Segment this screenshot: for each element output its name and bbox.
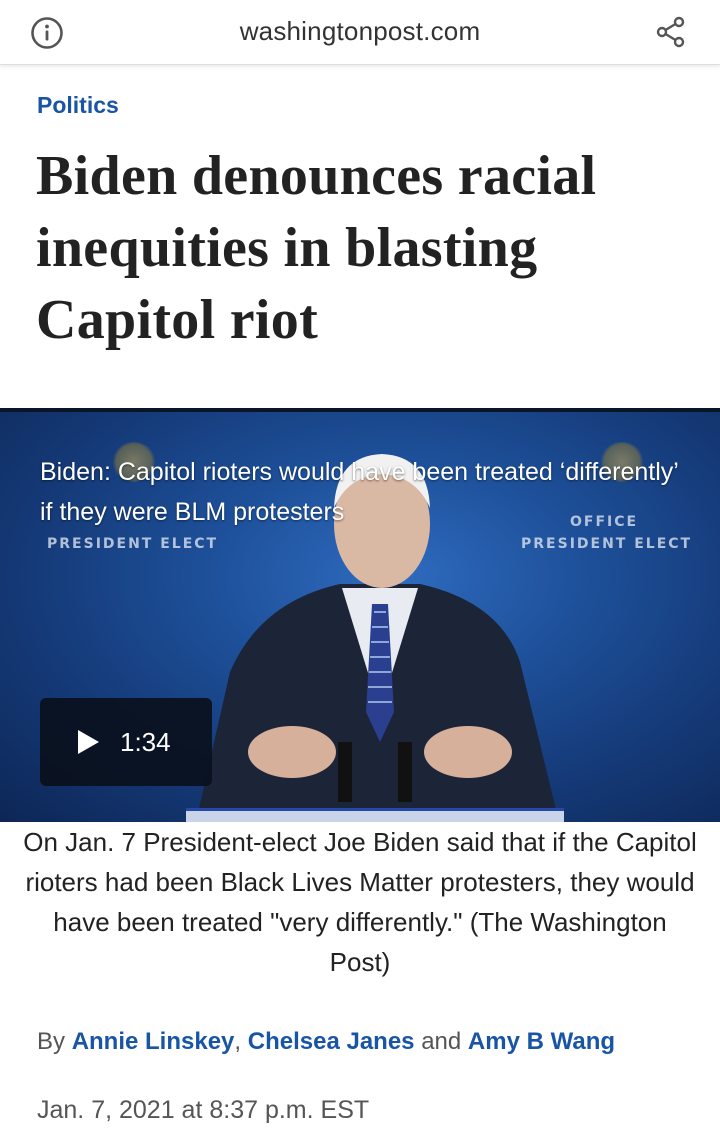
video-overlay-caption: Biden: Capitol rioters would have been t… bbox=[40, 458, 678, 526]
publish-date: Jan. 7, 2021 at 8:37 p.m. EST bbox=[37, 1096, 370, 1124]
byline-prefix: By bbox=[37, 1028, 66, 1055]
byline: By Annie Linskey, Chelsea Janes and Amy … bbox=[37, 1028, 615, 1056]
section-link-politics[interactable]: Politics bbox=[37, 92, 119, 119]
byline-conjunction: and bbox=[421, 1028, 462, 1055]
video-duration: 1:34 bbox=[120, 726, 171, 757]
play-button[interactable]: 1:34 bbox=[40, 698, 212, 786]
author-link[interactable]: Amy B Wang bbox=[468, 1028, 615, 1055]
info-icon[interactable] bbox=[30, 16, 64, 50]
url-display[interactable]: washingtonpost.com bbox=[160, 16, 560, 47]
play-icon[interactable] bbox=[78, 730, 99, 754]
video-description: On Jan. 7 President-elect Joe Biden said… bbox=[23, 827, 697, 977]
video-player[interactable]: OFFICE PRESIDENT ELECT PRESIDENT ELECT B… bbox=[0, 408, 720, 822]
share-icon[interactable] bbox=[652, 14, 690, 50]
byline-separator: , bbox=[234, 1028, 242, 1055]
author-link[interactable]: Chelsea Janes bbox=[248, 1028, 415, 1055]
browser-toolbar: washingtonpost.com bbox=[0, 0, 720, 65]
author-link[interactable]: Annie Linskey bbox=[72, 1028, 235, 1055]
video-frame: OFFICE PRESIDENT ELECT PRESIDENT ELECT B… bbox=[0, 412, 720, 822]
article-headline: Biden denounces racial inequities in bla… bbox=[36, 145, 597, 351]
